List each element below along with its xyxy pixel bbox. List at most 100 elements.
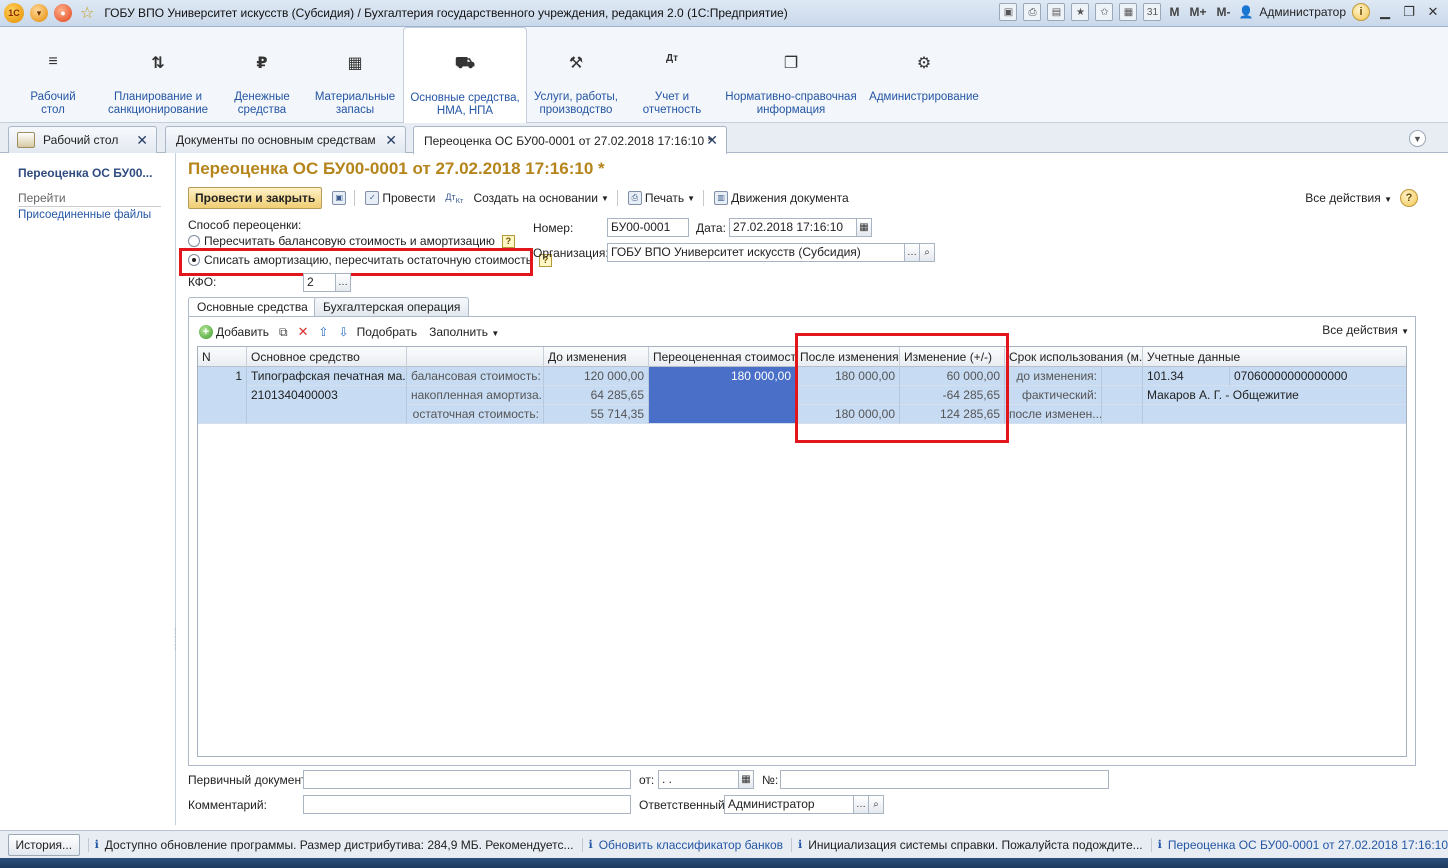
favorites-star-icon[interactable]: ☆ (80, 3, 94, 23)
from-date-field[interactable]: . . (658, 770, 739, 789)
print-button[interactable]: ⎙ Печать ▼ (627, 191, 695, 205)
section-reference[interactable]: ❐ Нормативно-справочная информация (722, 27, 860, 123)
memory-mminus-button[interactable]: M- (1214, 5, 1232, 19)
app-logo-icon[interactable]: 1C (4, 3, 24, 23)
section-admin[interactable]: ⚙ Администрирование (864, 27, 984, 123)
primary-doc-field[interactable] (303, 770, 631, 789)
tab-fixed-asset-docs[interactable]: Документы по основным средствам ✕ (165, 126, 406, 153)
calendar-icon[interactable]: ▦ (856, 218, 872, 237)
save-button[interactable]: ▣ (332, 191, 347, 205)
comment-field[interactable] (303, 795, 631, 814)
column-header-term[interactable]: Срок использования (м... (1005, 347, 1143, 367)
column-header-before[interactable]: До изменения (544, 347, 649, 367)
table-all-actions-button[interactable]: Все действия ▼ (1322, 323, 1409, 337)
minimize-icon[interactable]: ▁ (1376, 4, 1394, 20)
preview-icon[interactable]: ▤ (1047, 3, 1066, 21)
tab-accounting-operation[interactable]: Бухгалтерская операция (314, 297, 470, 316)
post-and-close-button[interactable]: Провести и закрыть (188, 187, 323, 209)
asset-code[interactable]: 2101340400003 (247, 386, 407, 424)
close-icon[interactable]: ✕ (1424, 4, 1442, 20)
home-icon[interactable]: ● (54, 4, 72, 22)
restore-icon[interactable]: ❐ (1400, 4, 1418, 20)
splitter-handle[interactable]: ⁞ ⁞ ⁞ (174, 628, 176, 652)
print-icon[interactable]: ⎙ (1023, 3, 1042, 21)
ellipsis-icon[interactable]: … (335, 273, 351, 292)
current-user[interactable]: Администратор (1259, 5, 1346, 19)
organization-field[interactable]: ГОБУ ВПО Университет искусств (Субсидия) (607, 243, 905, 262)
add-favorite-icon[interactable]: ★ (1071, 3, 1090, 21)
create-based-on-button[interactable]: Создать на основании ▼ (473, 191, 608, 205)
calendar-icon[interactable]: ▦ (738, 770, 754, 789)
asset-name[interactable]: Типографская печатная ма... (247, 367, 407, 386)
copy-icon[interactable]: ⧉ (279, 325, 288, 340)
close-tab-icon[interactable]: ✕ (136, 132, 148, 149)
fill-button[interactable]: Заполнить ▼ (429, 325, 499, 339)
column-header-account[interactable]: Учетные данные (1143, 347, 1406, 367)
kind-depreciation: накопленная амортиза... (407, 386, 544, 405)
section-services[interactable]: ⚒ Услуги, работы, производство (527, 27, 625, 123)
memory-mplus-button[interactable]: M+ (1187, 5, 1208, 19)
calculator-icon[interactable]: ▦ (1119, 3, 1138, 21)
close-tab-icon[interactable]: ✕ (706, 132, 718, 149)
main-menu-icon[interactable]: ▾ (30, 4, 48, 22)
tab-fixed-assets[interactable]: Основные средства (188, 297, 317, 317)
all-actions-button[interactable]: Все действия ▼ (1305, 191, 1392, 205)
post-button[interactable]: ✓ Провести (365, 191, 435, 205)
delete-icon[interactable]: ✕ (298, 324, 309, 340)
debit-credit-button[interactable]: ДтКт (445, 192, 463, 205)
section-accounting[interactable]: Дт Учет и отчетность (628, 27, 716, 123)
method-option-recalc[interactable]: Пересчитать балансовую стоимость и аморт… (188, 234, 515, 248)
menu-icon: ≡ (48, 53, 58, 70)
chevron-down-icon[interactable]: ▼ (1409, 130, 1426, 147)
section-money[interactable]: ₽ Денежные средства (218, 27, 306, 123)
search-icon[interactable]: ⌕ (919, 243, 935, 262)
term-actual-value[interactable] (1102, 386, 1143, 405)
column-header-asset[interactable]: Основное средство (247, 347, 407, 367)
question-icon[interactable]: ? (501, 234, 515, 248)
section-fixed-assets[interactable]: ⛟ Основные средства, НМА, НПА (403, 27, 527, 124)
responsible-field[interactable]: Администратор (724, 795, 854, 814)
date-field[interactable]: 27.02.2018 17:16:10 (729, 218, 857, 237)
close-tab-icon[interactable]: ✕ (385, 132, 397, 149)
move-down-icon[interactable]: ⇩ (339, 325, 349, 339)
calendar-icon[interactable]: 31 (1143, 3, 1162, 21)
column-header-revalued[interactable]: Переоцененная стоимость (649, 347, 796, 367)
document-movements-button[interactable]: ▥ Движения документа (714, 191, 849, 205)
ellipsis-icon[interactable]: … (853, 795, 869, 814)
help-icon[interactable]: ? (1400, 189, 1418, 207)
status-message-banks[interactable]: ℹ Обновить классификатор банков (581, 837, 783, 852)
revalued-cost-cell[interactable]: 180 000,00 (649, 367, 796, 424)
tab-desktop[interactable]: Рабочий стол ✕ (8, 126, 157, 153)
kbk-code[interactable]: 07060000000000000 (1230, 367, 1406, 386)
responsible-person[interactable]: Макаров А. Г. - Общежитие (1143, 386, 1406, 405)
section-inventory[interactable]: ▦ Материальные запасы (306, 27, 404, 123)
save-icon[interactable]: ▣ (999, 3, 1018, 21)
number-field[interactable]: БУ00-0001 (607, 218, 689, 237)
favorites-list-icon[interactable]: ✩ (1095, 3, 1114, 21)
move-up-icon[interactable]: ⇧ (319, 325, 329, 339)
column-header-n[interactable]: N (198, 347, 247, 367)
info-icon[interactable]: i (1352, 3, 1370, 21)
status-message-help[interactable]: ℹ Инициализация системы справки. Пожалуйс… (791, 837, 1143, 852)
nav-form-title[interactable]: Переоценка ОС БУ00... (18, 166, 152, 180)
organization-label: Организация: (533, 246, 609, 260)
ellipsis-icon[interactable]: … (904, 243, 920, 262)
search-icon[interactable]: ⌕ (868, 795, 884, 814)
term-after-value[interactable] (1102, 405, 1143, 424)
term-before-value[interactable] (1102, 367, 1143, 386)
add-row-button[interactable]: + Добавить (199, 325, 269, 339)
section-planning[interactable]: ⇅ Планирование и санкционирование (102, 27, 214, 123)
account-code[interactable]: 101.34 (1143, 367, 1230, 386)
tab-revaluation[interactable]: Переоценка ОС БУ00-0001 от 27.02.2018 17… (413, 126, 727, 154)
radio-button[interactable] (188, 235, 200, 247)
kfo-field[interactable]: 2 (303, 273, 336, 292)
status-message-document[interactable]: ℹ Переоценка ОС БУ00-0001 от 27.02.2018 1… (1150, 837, 1448, 852)
memory-m-button[interactable]: M (1167, 5, 1181, 19)
nav-attached-files-link[interactable]: Присоединенные файлы (18, 209, 151, 221)
doc-number-field[interactable] (780, 770, 1109, 789)
history-button[interactable]: История... (8, 833, 80, 856)
column-header-kind[interactable] (407, 347, 544, 367)
status-message-update[interactable]: ℹ Доступно обновление программы. Размер д… (87, 837, 574, 852)
pick-button[interactable]: Подобрать (357, 325, 417, 339)
section-desktop[interactable]: ≡ Рабочий стол (4, 27, 102, 123)
